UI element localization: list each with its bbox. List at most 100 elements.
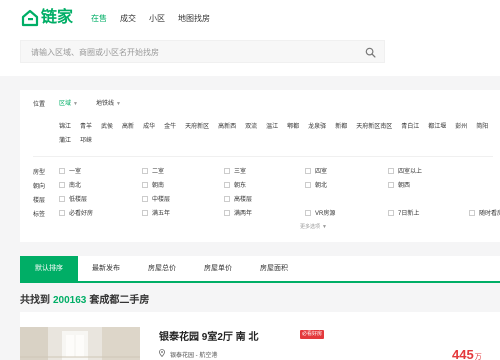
option-label: 南北: [69, 183, 82, 189]
row-label: 朝向: [33, 184, 46, 190]
listing-card[interactable]: 银泰花园 9室2厅 南 北 必看好房 银泰花园 - 航空港 445万: [20, 312, 500, 360]
checkbox[interactable]: [224, 195, 230, 202]
checkbox-option[interactable]: 朝东: [224, 180, 246, 189]
checkbox[interactable]: [305, 209, 311, 216]
tab-area[interactable]: 房屋面积: [246, 256, 302, 281]
house-logo-icon: [21, 9, 39, 27]
district-item[interactable]: 龙泉驿: [308, 123, 326, 137]
checkbox-option[interactable]: 朝西: [388, 180, 410, 189]
checkbox[interactable]: [224, 167, 230, 174]
checkbox[interactable]: [469, 209, 475, 216]
district-item[interactable]: 金牛: [164, 123, 176, 137]
row-label: 标签: [33, 212, 46, 218]
checkbox[interactable]: [142, 209, 148, 216]
search-input[interactable]: [31, 46, 351, 58]
checkbox-option[interactable]: 高楼层: [224, 194, 252, 203]
option-label: 满五年: [152, 211, 171, 217]
search-icon[interactable]: [365, 47, 376, 58]
option-label: 随时看房: [479, 211, 500, 217]
tab-default-sort[interactable]: 默认排序: [20, 256, 78, 281]
checkbox-option[interactable]: 满两年: [224, 208, 252, 217]
tab-subway[interactable]: 地铁线 ▼: [96, 98, 121, 107]
district-item[interactable]: 青羊: [80, 123, 92, 137]
checkbox[interactable]: [142, 195, 148, 202]
listing-photo[interactable]: [20, 327, 140, 360]
checkbox[interactable]: [59, 209, 65, 216]
must-see-badge: 必看好房: [300, 330, 325, 339]
listing-title[interactable]: 银泰花园 9室2厅 南 北: [159, 328, 258, 343]
checkbox-option[interactable]: 中楼层: [142, 194, 170, 203]
nav-item-sold[interactable]: 成交: [120, 14, 136, 24]
district-item[interactable]: 彭州: [455, 123, 467, 137]
room-photo-image: [20, 327, 140, 360]
district-item[interactable]: 天府新区南区: [356, 123, 392, 137]
district-item[interactable]: 蒲江: [59, 137, 71, 151]
result-count: 共找到 200163 套成都二手房: [20, 291, 149, 306]
district-item[interactable]: 锦江: [59, 123, 71, 137]
option-label: VR房源: [315, 211, 336, 217]
checkbox-option[interactable]: 低楼层: [59, 194, 87, 203]
tab-district[interactable]: 区域 ▼: [59, 98, 78, 107]
checkbox[interactable]: [388, 167, 394, 174]
location-pin-icon: [159, 349, 165, 357]
tab-total-price[interactable]: 房屋总价: [134, 256, 190, 281]
option-label: 中楼层: [152, 197, 171, 203]
option-label: 四室: [315, 169, 328, 175]
district-item[interactable]: 成华: [143, 123, 155, 137]
checkbox-option[interactable]: 四室以上: [388, 166, 422, 175]
checkbox[interactable]: [59, 195, 65, 202]
option-label: 低楼层: [69, 197, 88, 203]
district-item[interactable]: 天府新区: [185, 123, 209, 137]
nav-item-for-sale[interactable]: 在售: [91, 14, 107, 24]
option-label: 三室: [234, 169, 247, 175]
more-options-button[interactable]: 更多选项 ▼: [300, 223, 327, 230]
filter-row-tags: 标签 必看好房 满五年 满两年 VR房源 7日新上 随时看房: [20, 207, 500, 219]
listing-location[interactable]: 银泰花园 - 航空港: [170, 350, 217, 359]
checkbox[interactable]: [388, 209, 394, 216]
tab-district-label: 区域: [59, 101, 72, 107]
district-item[interactable]: 高新: [122, 123, 134, 137]
district-item[interactable]: 新都: [335, 123, 347, 137]
nav-item-community[interactable]: 小区: [149, 14, 165, 24]
checkbox[interactable]: [224, 209, 230, 216]
checkbox[interactable]: [142, 167, 148, 174]
checkbox[interactable]: [305, 167, 311, 174]
checkbox-option[interactable]: 二室: [142, 166, 164, 175]
checkbox-option[interactable]: 四室: [305, 166, 327, 175]
district-item[interactable]: 高新西: [218, 123, 236, 137]
option-label: 7日新上: [398, 211, 420, 217]
checkbox[interactable]: [59, 181, 65, 188]
district-item[interactable]: 都江堰: [428, 123, 446, 137]
checkbox-option[interactable]: 南北: [59, 180, 81, 189]
nav-item-map-search[interactable]: 地图找房: [178, 14, 210, 24]
checkbox[interactable]: [388, 181, 394, 188]
logo[interactable]: 链家: [21, 9, 73, 27]
option-label: 满两年: [234, 211, 253, 217]
tab-newest[interactable]: 最新发布: [78, 256, 134, 281]
option-label: 高楼层: [234, 197, 253, 203]
tab-unit-price[interactable]: 房屋单价: [190, 256, 246, 281]
checkbox-option[interactable]: 一室: [59, 166, 81, 175]
district-item[interactable]: 双流: [245, 123, 257, 137]
header: 链家 在售 成交 小区 地图找房: [0, 0, 500, 76]
checkbox-option[interactable]: 必看好房: [59, 208, 93, 217]
search-box: [20, 40, 385, 63]
district-item[interactable]: 简阳: [476, 123, 488, 137]
checkbox-option[interactable]: 朝南: [142, 180, 164, 189]
checkbox-option[interactable]: 朝北: [305, 180, 327, 189]
district-item[interactable]: 武侯: [101, 123, 113, 137]
district-item[interactable]: 温江: [266, 123, 278, 137]
checkbox[interactable]: [224, 181, 230, 188]
checkbox[interactable]: [59, 167, 65, 174]
checkbox-option[interactable]: 随时看房: [469, 208, 500, 217]
district-item[interactable]: 邛崃: [80, 137, 92, 151]
checkbox-option[interactable]: 7日新上: [388, 208, 419, 217]
district-item[interactable]: 青白江: [401, 123, 419, 137]
checkbox[interactable]: [305, 181, 311, 188]
checkbox-option[interactable]: VR房源: [305, 208, 335, 217]
checkbox[interactable]: [142, 181, 148, 188]
checkbox-option[interactable]: 三室: [224, 166, 246, 175]
checkbox-option[interactable]: 满五年: [142, 208, 170, 217]
district-item[interactable]: 郫都: [287, 123, 299, 137]
option-label: 朝西: [398, 183, 411, 189]
